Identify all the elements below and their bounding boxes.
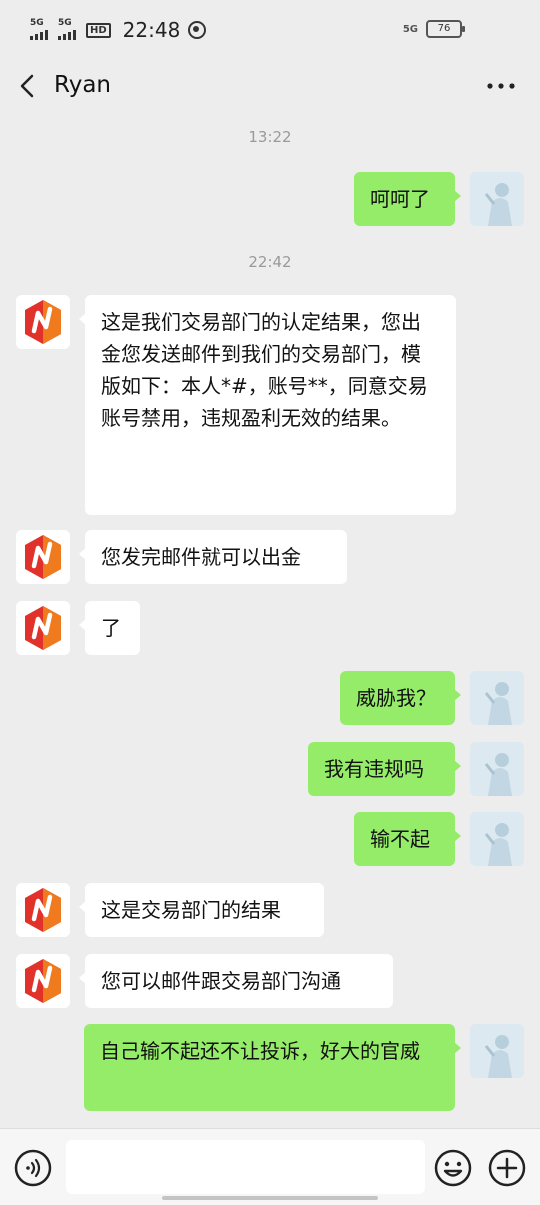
signal-icon: 5G: [30, 18, 50, 40]
hd-badge: HD: [86, 22, 111, 38]
message-row-other: 这是我们交易部门的认定结果，您出金您发送邮件到我们的交易部门，模版如下：本人*#…: [0, 295, 540, 515]
message-bubble[interactable]: 威胁我？: [340, 671, 461, 725]
emoji-icon[interactable]: [434, 1149, 472, 1187]
chevron-left-icon[interactable]: [14, 72, 42, 100]
message-row-me: 输不起: [0, 812, 540, 866]
message-bubble[interactable]: 自己输不起还不让投诉，好大的官威: [84, 1024, 461, 1111]
status-bar: 5G 5G HD 22:48 5G 76: [0, 0, 540, 56]
message-bubble[interactable]: 输不起: [354, 812, 461, 866]
message-bubble[interactable]: 这是我们交易部门的认定结果，您出金您发送邮件到我们的交易部门，模版如下：本人*#…: [79, 295, 456, 515]
message-input[interactable]: [66, 1140, 425, 1194]
message-row-me: 威胁我？: [0, 671, 540, 725]
user-avatar-icon: [470, 671, 524, 725]
battery-icon: 76: [426, 20, 465, 38]
message-row-other: 您可以邮件跟交易部门沟通: [0, 954, 540, 1008]
timestamp: 22:42: [248, 253, 292, 271]
broker-logo-icon: [16, 295, 70, 349]
message-row-other: 了: [0, 601, 540, 655]
message-bubble[interactable]: 呵呵了: [354, 172, 461, 226]
plus-icon[interactable]: [488, 1149, 526, 1187]
message-list[interactable]: 13:22 呵呵了 22:42 这是我们交易部门的认定结果，您出金您发送邮件到我…: [0, 118, 540, 1128]
record-icon: [188, 21, 207, 39]
message-bubble[interactable]: 您发完邮件就可以出金: [79, 530, 347, 584]
message-bubble[interactable]: 您可以邮件跟交易部门沟通: [79, 954, 393, 1008]
avatar-me[interactable]: [470, 742, 524, 796]
more-dots-icon[interactable]: [484, 74, 518, 98]
message-row-me: 我有违规吗: [0, 742, 540, 796]
user-avatar-icon: [470, 812, 524, 866]
broker-logo-icon: [16, 601, 70, 655]
chat-title: Ryan: [54, 72, 112, 98]
message-row-me: 呵呵了: [0, 172, 540, 226]
avatar-me[interactable]: [470, 671, 524, 725]
message-bubble[interactable]: 我有违规吗: [308, 742, 461, 796]
broker-logo-icon: [16, 883, 70, 937]
avatar-other[interactable]: [16, 295, 70, 349]
message-row-other: 这是交易部门的结果: [0, 883, 540, 937]
voice-icon[interactable]: [14, 1149, 52, 1187]
avatar-other[interactable]: [16, 883, 70, 937]
user-avatar-icon: [470, 742, 524, 796]
message-bubble[interactable]: 了: [79, 601, 140, 655]
avatar-other[interactable]: [16, 954, 70, 1008]
avatar-me[interactable]: [470, 812, 524, 866]
home-indicator[interactable]: [162, 1196, 378, 1200]
broker-logo-icon: [16, 954, 70, 1008]
message-row-other: 您发完邮件就可以出金: [0, 530, 540, 584]
avatar-me[interactable]: [470, 172, 524, 226]
input-bar: [0, 1128, 540, 1205]
user-avatar-icon: [470, 1024, 524, 1078]
timestamp: 13:22: [248, 128, 292, 146]
chat-header: Ryan: [0, 56, 540, 118]
battery-level: 76: [437, 23, 451, 34]
message-bubble[interactable]: 这是交易部门的结果: [79, 883, 324, 937]
signal-icon: 5G: [58, 18, 78, 40]
status-time: 22:48: [122, 18, 181, 42]
message-row-me: 自己输不起还不让投诉，好大的官威: [0, 1024, 540, 1111]
avatar-other[interactable]: [16, 601, 70, 655]
user-avatar-icon: [470, 172, 524, 226]
network-label: 5G: [402, 23, 418, 35]
avatar-other[interactable]: [16, 530, 70, 584]
avatar-me[interactable]: [470, 1024, 524, 1078]
broker-logo-icon: [16, 530, 70, 584]
